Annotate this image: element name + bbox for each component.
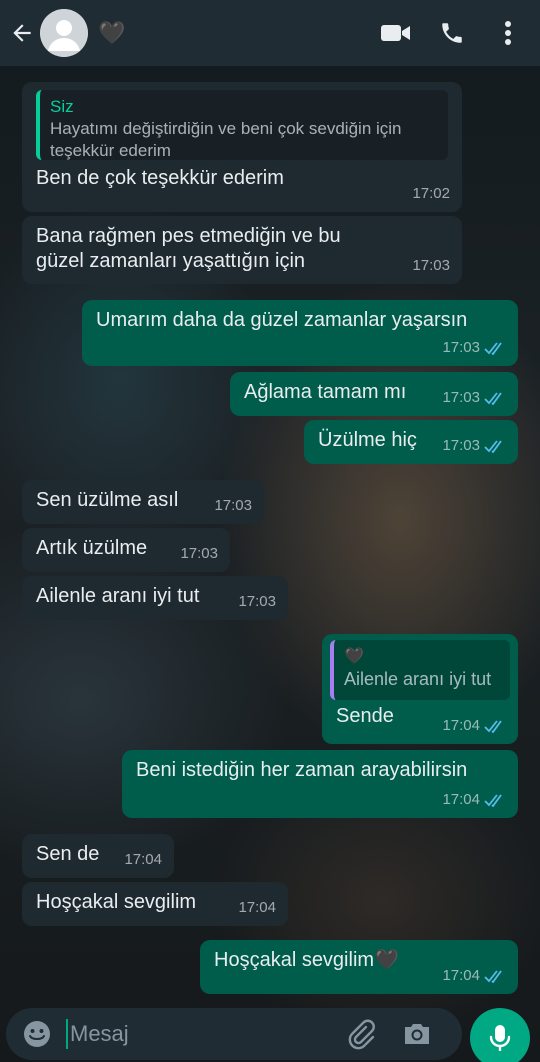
emoji-icon[interactable]	[20, 1017, 54, 1051]
camera-icon[interactable]	[400, 1017, 434, 1051]
read-ticks-icon	[484, 793, 502, 807]
message-text: Bana rağmen pes etmediğin ve bu güzel za…	[36, 225, 341, 272]
video-call-icon[interactable]	[378, 15, 414, 51]
more-vert-icon[interactable]	[490, 15, 526, 51]
composer	[6, 1008, 462, 1060]
message-outgoing[interactable]: Hoşçakal sevgilim🖤 17:04	[200, 940, 518, 994]
composer-bar	[0, 1004, 540, 1062]
quoted-message[interactable]: 🖤 Ailenle aranı iyi tut	[330, 640, 510, 700]
message-incoming[interactable]: Sen üzülme asıl 17:03	[22, 480, 264, 524]
mic-button[interactable]	[470, 1008, 530, 1062]
chat-header: 🖤	[0, 0, 540, 66]
quoted-message[interactable]: Siz Hayatımı değiştirdiğin ve beni çok s…	[36, 90, 448, 160]
message-time: 17:03	[214, 497, 252, 514]
message-time: 17:02	[412, 185, 450, 202]
read-ticks-icon	[484, 439, 502, 453]
message-time: 17:04	[442, 967, 480, 984]
message-time: 17:03	[412, 257, 450, 274]
message-time: 17:03	[238, 593, 276, 610]
read-ticks-icon	[484, 719, 502, 733]
message-incoming[interactable]: Artık üzülme 17:03	[22, 528, 230, 572]
phone-icon[interactable]	[434, 15, 470, 51]
avatar[interactable]	[40, 9, 88, 57]
read-ticks-icon	[484, 969, 502, 983]
message-text: Ben de çok teşekkür ederim	[36, 167, 284, 189]
message-time: 17:03	[442, 339, 480, 356]
message-list[interactable]: Siz Hayatımı değiştirdiğin ve beni çok s…	[0, 66, 540, 996]
read-ticks-icon	[484, 391, 502, 405]
quote-author: 🖤	[344, 648, 364, 665]
message-time: 17:04	[238, 899, 276, 916]
message-time: 17:04	[442, 717, 480, 734]
message-outgoing[interactable]: Beni istediğin her zaman arayabilirsin 1…	[122, 750, 518, 818]
message-time: 17:03	[442, 389, 480, 406]
read-ticks-icon	[484, 341, 502, 355]
message-outgoing[interactable]: Ağlama tamam mı 17:03	[230, 372, 518, 416]
message-time: 17:04	[124, 851, 162, 868]
message-input[interactable]	[66, 1019, 316, 1049]
message-text: Beni istediğin her zaman arayabilirsin	[136, 759, 468, 781]
quote-text: Hayatımı değiştirdiğin ve beni çok sevdi…	[50, 119, 402, 160]
quote-author: Siz	[50, 97, 74, 116]
message-time: 17:03	[180, 545, 218, 562]
back-arrow-icon[interactable]	[4, 15, 40, 51]
message-time: 17:03	[442, 437, 480, 454]
message-incoming[interactable]: Bana rağmen pes etmediğin ve bu güzel za…	[22, 216, 462, 284]
contact-name[interactable]: 🖤	[98, 20, 125, 46]
message-outgoing[interactable]: Umarım daha da güzel zamanlar yaşarsın 1…	[82, 300, 518, 366]
mic-icon	[489, 1025, 511, 1051]
message-time: 17:04	[442, 791, 480, 808]
message-incoming[interactable]: Siz Hayatımı değiştirdiğin ve beni çok s…	[22, 82, 462, 212]
message-incoming[interactable]: Ailenle aranı iyi tut 17:03	[22, 576, 288, 620]
message-incoming[interactable]: Sen de 17:04	[22, 834, 174, 878]
message-outgoing[interactable]: Üzülme hiç 17:03	[304, 420, 518, 464]
message-text: Umarım daha da güzel zamanlar yaşarsın	[96, 309, 468, 331]
attach-icon[interactable]	[344, 1017, 378, 1051]
message-incoming[interactable]: Hoşçakal sevgilim 17:04	[22, 882, 288, 926]
message-outgoing[interactable]: 🖤 Ailenle aranı iyi tut Sende 17:04	[322, 634, 518, 744]
quote-text: Ailenle aranı iyi tut	[344, 669, 492, 689]
